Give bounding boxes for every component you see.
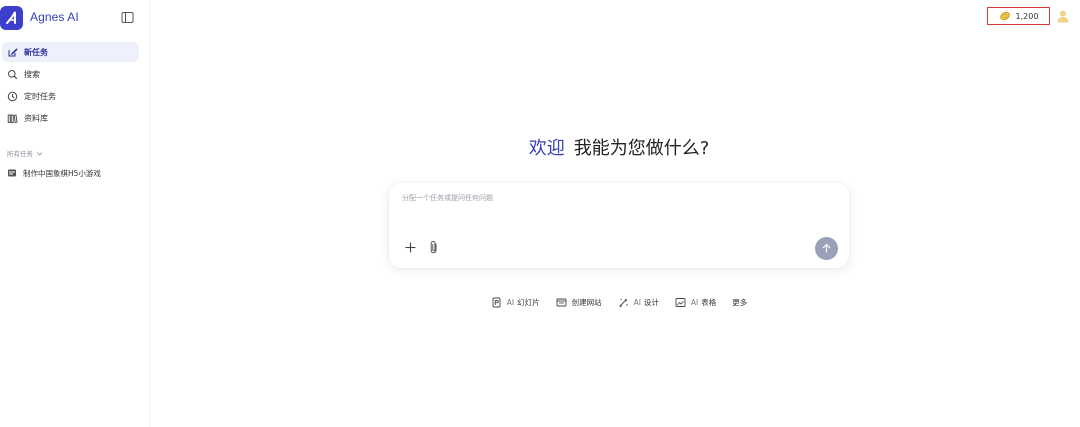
app-window: Agnes AI 新任务 搜索 定时任务 资料库 所有任务 制作中国象棋H5小游… bbox=[0, 0, 1080, 427]
search-icon bbox=[7, 69, 18, 80]
ai-prefix: AI bbox=[690, 297, 699, 307]
quick-actions: AI 幻灯片 创建网站 AI 设计 AI 表格 更多 bbox=[389, 293, 849, 311]
page-title: 欢迎 我能为您做什么? bbox=[389, 134, 849, 160]
nav-item-new-task[interactable]: 新任务 bbox=[2, 42, 139, 62]
section-title-label: 所有任务 bbox=[7, 150, 33, 158]
app-name: Agnes AI bbox=[30, 10, 79, 24]
ai-prefix: AI bbox=[506, 297, 515, 307]
all-tasks-section-header[interactable]: 所有任务 bbox=[7, 148, 43, 158]
task-icon bbox=[7, 168, 17, 178]
quick-action-label: 表格 bbox=[701, 297, 717, 307]
task-item-label: 制作中国象棋H5小游戏 bbox=[23, 168, 101, 178]
brand[interactable]: Agnes AI bbox=[0, 6, 150, 30]
task-composer[interactable]: 分配一个任务或提问任何问题 bbox=[389, 183, 849, 268]
arrow-up-icon bbox=[822, 243, 831, 253]
quick-action-design[interactable]: AI 设计 bbox=[610, 293, 667, 311]
send-button[interactable] bbox=[815, 237, 838, 260]
sheet-icon bbox=[675, 297, 686, 308]
website-icon bbox=[556, 297, 567, 308]
credits-badge[interactable]: 1,200 bbox=[987, 7, 1050, 25]
quick-action-create-website[interactable]: 创建网站 bbox=[548, 293, 610, 311]
agnes-logo-icon bbox=[0, 6, 23, 30]
question-text: 我能为您做什么? bbox=[573, 138, 710, 159]
user-avatar-icon[interactable] bbox=[1056, 9, 1070, 23]
edit-icon bbox=[7, 47, 18, 58]
coin-icon bbox=[999, 11, 1011, 21]
nav-item-label: 搜索 bbox=[24, 69, 40, 79]
design-icon bbox=[618, 297, 629, 308]
quick-action-slides[interactable]: AI 幻灯片 bbox=[483, 293, 548, 311]
quick-action-sheet[interactable]: AI 表格 bbox=[667, 293, 724, 311]
nav-item-scheduled-tasks[interactable]: 定时任务 bbox=[2, 86, 139, 106]
library-icon bbox=[7, 113, 18, 124]
nav-item-library[interactable]: 资料库 bbox=[2, 108, 139, 128]
quick-action-label: 更多 bbox=[732, 297, 748, 307]
nav-item-label: 新任务 bbox=[24, 47, 48, 57]
task-item[interactable]: 制作中国象棋H5小游戏 bbox=[7, 167, 101, 179]
slides-icon bbox=[491, 297, 502, 308]
composer-input[interactable]: 分配一个任务或提问任何问题 bbox=[402, 193, 493, 203]
add-icon[interactable] bbox=[404, 241, 417, 254]
sidebar-toggle-icon[interactable] bbox=[121, 11, 134, 24]
chevron-down-icon bbox=[36, 151, 43, 156]
sidebar-nav: 新任务 搜索 定时任务 资料库 bbox=[0, 42, 150, 130]
ai-prefix: AI bbox=[633, 297, 641, 307]
sidebar: Agnes AI 新任务 搜索 定时任务 资料库 所有任务 制作中国象棋H5小游… bbox=[0, 0, 150, 427]
nav-item-label: 资料库 bbox=[24, 113, 48, 123]
quick-action-more[interactable]: 更多 bbox=[724, 293, 755, 311]
nav-item-search[interactable]: 搜索 bbox=[2, 64, 139, 84]
nav-item-label: 定时任务 bbox=[24, 91, 56, 101]
attachment-icon[interactable] bbox=[428, 240, 440, 254]
quick-action-label: 创建网站 bbox=[571, 297, 602, 307]
welcome-text: 欢迎 bbox=[528, 138, 565, 159]
quick-action-label: 幻灯片 bbox=[517, 297, 540, 307]
credits-value: 1,200 bbox=[1015, 11, 1039, 21]
quick-action-label: 设计 bbox=[643, 297, 659, 307]
clock-icon bbox=[7, 91, 18, 102]
